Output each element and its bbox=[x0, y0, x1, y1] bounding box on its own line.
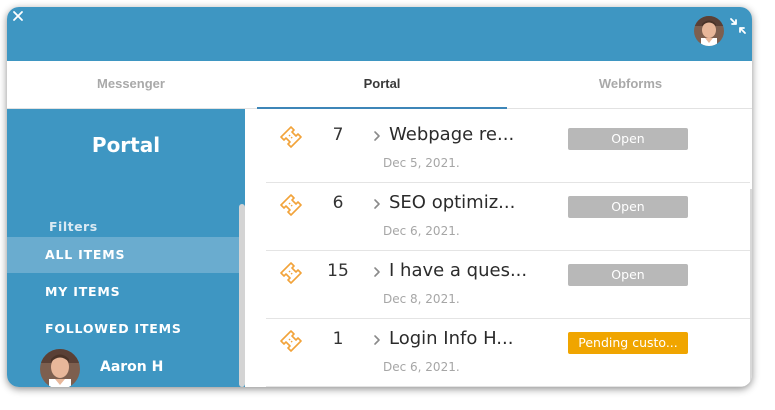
sidebar-title: Portal bbox=[91, 133, 161, 157]
list-item[interactable]: 1 Login Info H... Dec 6, 2021. Pending c… bbox=[266, 319, 750, 387]
filter-my-items[interactable]: MY ITEMS bbox=[7, 274, 239, 310]
header-avatar[interactable] bbox=[694, 16, 724, 46]
list-item[interactable]: 15 I have a ques... Dec 8, 2021. Open bbox=[266, 251, 750, 319]
list-scrollbar[interactable] bbox=[750, 189, 752, 387]
ticket-date: Dec 8, 2021. bbox=[383, 292, 460, 306]
sidebar-scrollbar[interactable] bbox=[239, 204, 245, 387]
ticket-date: Dec 6, 2021. bbox=[383, 360, 460, 374]
tab-portal[interactable]: Portal bbox=[257, 61, 507, 109]
ticket-list: 7 Webpage re... Dec 5, 2021. Open 6 SEO … bbox=[266, 109, 752, 387]
ticket-number: 15 bbox=[327, 261, 349, 281]
filters-label: Filters bbox=[49, 219, 98, 234]
chevron-right-icon[interactable] bbox=[372, 266, 382, 278]
filter-followed-items[interactable]: FOLLOWED ITEMS bbox=[7, 311, 239, 347]
list-item[interactable]: 6 SEO optimiz... Dec 6, 2021. Open bbox=[266, 183, 750, 251]
ticket-title[interactable]: I have a ques... bbox=[389, 260, 527, 281]
ticket-number: 1 bbox=[332, 329, 344, 349]
ticket-icon bbox=[280, 194, 302, 216]
list-item[interactable]: 7 Webpage re... Dec 5, 2021. Open bbox=[266, 115, 750, 183]
header-bar bbox=[7, 7, 752, 61]
chevron-right-icon[interactable] bbox=[372, 198, 382, 210]
ticket-icon bbox=[280, 262, 302, 284]
avatar-image bbox=[40, 349, 80, 387]
sidebar: Portal Filters ALL ITEMS MY ITEMS FOLLOW… bbox=[7, 109, 245, 387]
ticket-title[interactable]: Webpage re... bbox=[389, 124, 514, 145]
ticket-date: Dec 6, 2021. bbox=[383, 224, 460, 238]
ticket-icon bbox=[280, 126, 302, 148]
avatar-image bbox=[694, 16, 724, 46]
filter-all-items[interactable]: ALL ITEMS bbox=[7, 237, 239, 273]
status-badge: Open bbox=[568, 264, 688, 286]
ticket-number: 7 bbox=[332, 125, 344, 145]
user-name: Aaron H bbox=[100, 359, 164, 375]
chevron-right-icon[interactable] bbox=[372, 130, 382, 142]
chevron-right-icon[interactable] bbox=[372, 334, 382, 346]
ticket-title[interactable]: SEO optimiz... bbox=[389, 192, 515, 213]
status-badge: Open bbox=[568, 128, 688, 150]
status-badge: Open bbox=[568, 196, 688, 218]
ticket-title[interactable]: Login Info H... bbox=[389, 328, 513, 349]
portal-window: Messenger Portal Webforms Portal Filters… bbox=[7, 7, 752, 387]
tab-messenger[interactable]: Messenger bbox=[7, 61, 255, 109]
ticket-date: Dec 5, 2021. bbox=[383, 156, 460, 170]
collapse-arrows-icon[interactable] bbox=[729, 17, 747, 35]
status-badge: Pending custo... bbox=[568, 332, 688, 354]
ticket-icon bbox=[280, 330, 302, 352]
ticket-number: 6 bbox=[332, 193, 344, 213]
user-avatar[interactable] bbox=[40, 349, 80, 387]
tab-bar: Messenger Portal Webforms bbox=[7, 61, 752, 109]
tab-webforms[interactable]: Webforms bbox=[509, 61, 752, 109]
close-icon[interactable] bbox=[11, 9, 25, 23]
